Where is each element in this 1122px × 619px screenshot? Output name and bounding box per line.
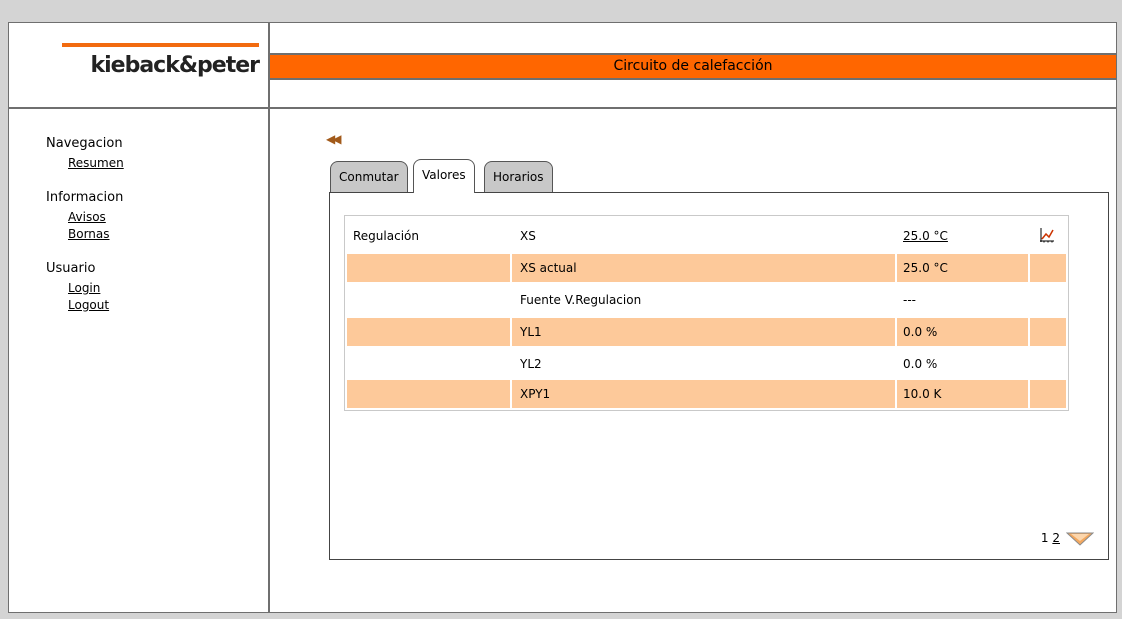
row-value: 25.0 °C	[903, 261, 948, 275]
vertical-divider	[268, 23, 270, 612]
row-value: 0.0 %	[903, 325, 938, 339]
page-current: 1	[1040, 531, 1049, 545]
nav-group-informacion: Informacion Avisos Bornas	[46, 190, 124, 243]
row-value-link[interactable]: 25.0 °C	[903, 229, 948, 243]
nav-link-logout[interactable]: Logout	[68, 297, 124, 314]
logo-accent-line	[62, 43, 259, 47]
horizontal-divider	[9, 107, 1116, 109]
nav-heading: Informacion	[46, 190, 124, 205]
row-group-label: Regulación	[353, 229, 419, 243]
values-panel: Regulación XS 25.0 °C XS actual 25.0 °C …	[329, 192, 1109, 560]
nav-link-login[interactable]: Login	[68, 280, 124, 297]
nav-group-navegacion: Navegacion Resumen	[46, 136, 124, 172]
nav-link-bornas[interactable]: Bornas	[68, 226, 124, 243]
row-name: XS actual	[520, 261, 577, 275]
page-link-2[interactable]: 2	[1052, 531, 1060, 545]
table-row: XPY1 10.0 K	[347, 380, 1066, 408]
trend-chart-icon[interactable]	[1039, 227, 1055, 243]
logo: kieback&peter	[90, 53, 261, 78]
table-row: YL2 0.0 %	[347, 350, 1066, 378]
tab-horarios[interactable]: Horarios	[484, 161, 553, 193]
row-name: XS	[520, 229, 536, 243]
row-value: 0.0 %	[903, 357, 938, 371]
cell-separator	[895, 318, 897, 346]
cell-separator	[510, 380, 512, 408]
table-row: XS actual 25.0 °C	[347, 254, 1066, 282]
row-value: ---	[903, 293, 916, 307]
tab-label: Horarios	[493, 170, 544, 184]
table-row: YL1 0.0 %	[347, 318, 1066, 346]
rewind-icon[interactable]: ◀◀	[326, 132, 342, 146]
row-name: XPY1	[520, 387, 551, 401]
chevron-down-icon[interactable]	[1066, 529, 1094, 547]
cell-separator	[510, 254, 512, 282]
nav-link-avisos[interactable]: Avisos	[68, 209, 124, 226]
nav-heading: Navegacion	[46, 136, 123, 151]
nav-link-resumen[interactable]: Resumen	[68, 155, 124, 172]
row-name: YL2	[520, 357, 542, 371]
tab-conmutar[interactable]: Conmutar	[330, 161, 408, 193]
tab-valores[interactable]: Valores	[413, 159, 475, 193]
table-row: Fuente V.Regulacion ---	[347, 286, 1066, 314]
cell-separator	[1028, 318, 1030, 346]
table-row: Regulación XS 25.0 °C	[347, 222, 1066, 250]
row-value: 10.0 K	[903, 387, 942, 401]
row-name: YL1	[520, 325, 542, 339]
cell-separator	[1028, 380, 1030, 408]
page-title-bar: Circuito de calefacción	[270, 53, 1116, 80]
cell-separator	[1028, 254, 1030, 282]
page-title: Circuito de calefacción	[613, 58, 773, 74]
cell-separator	[895, 254, 897, 282]
sidebar-nav: Navegacion Resumen Informacion Avisos Bo…	[46, 136, 124, 332]
tab-label: Conmutar	[339, 170, 399, 184]
pagination: 1 2	[1041, 531, 1060, 545]
nav-heading: Usuario	[46, 261, 96, 276]
nav-group-usuario: Usuario Login Logout	[46, 261, 124, 314]
row-name: Fuente V.Regulacion	[520, 293, 642, 307]
values-table: Regulación XS 25.0 °C XS actual 25.0 °C …	[344, 215, 1069, 411]
cell-separator	[895, 380, 897, 408]
cell-separator	[510, 318, 512, 346]
tab-label: Valores	[422, 168, 466, 182]
